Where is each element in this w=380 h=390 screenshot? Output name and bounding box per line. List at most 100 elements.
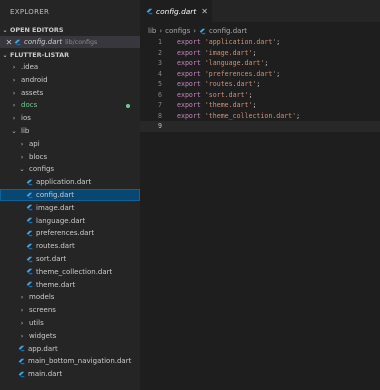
tree-item-label: config.dart bbox=[36, 191, 75, 199]
tree-item-label: widgets bbox=[29, 331, 57, 340]
keyword-token: export bbox=[177, 111, 201, 120]
git-status-dot bbox=[126, 103, 130, 108]
string-token: 'routes.dart' bbox=[204, 80, 257, 89]
folder-item-docs[interactable]: › docs bbox=[0, 99, 140, 111]
string-token: 'sort.dart' bbox=[204, 90, 249, 99]
keyword-token: export bbox=[177, 101, 201, 110]
punctuation-token: ; bbox=[276, 69, 281, 78]
punctuation-token: ; bbox=[252, 101, 257, 110]
file-item-theme-collection-dart[interactable]: theme_collection.dart bbox=[0, 266, 140, 278]
open-editor-item[interactable]: ✕ config.dart lib/configs bbox=[0, 36, 140, 48]
tree-item-label: main_bottom_navigation.dart bbox=[28, 357, 132, 366]
tab-bar: config.dart ✕ bbox=[140, 0, 380, 22]
line-source: export 'routes.dart'; bbox=[177, 80, 260, 88]
dart-file-icon bbox=[26, 243, 33, 250]
line-source: export 'image.dart'; bbox=[177, 49, 256, 57]
dart-file-icon bbox=[26, 281, 33, 288]
tree-item-label: application.dart bbox=[36, 178, 92, 187]
tab-label: config.dart bbox=[156, 6, 197, 16]
chevron-right-icon: › bbox=[20, 293, 24, 302]
file-item-config-dart[interactable]: config.dart bbox=[0, 189, 140, 201]
keyword-token: export bbox=[177, 69, 201, 78]
dart-file-icon bbox=[26, 230, 33, 237]
chevron-right-icon: › bbox=[12, 75, 16, 84]
string-token: 'language.dart' bbox=[204, 59, 265, 68]
code-line[interactable]: 5 export 'routes.dart'; bbox=[140, 79, 380, 90]
chevron-right-icon: › bbox=[159, 27, 163, 35]
tab-config-dart[interactable]: config.dart ✕ bbox=[140, 0, 212, 22]
folder-item-blocs[interactable]: › blocs bbox=[0, 151, 140, 163]
open-editors-label: OPEN EDITORS bbox=[10, 26, 64, 34]
line-number: 8 bbox=[158, 111, 162, 120]
folder-item-assets[interactable]: › assets bbox=[0, 87, 140, 99]
folder-item-screens[interactable]: › screens bbox=[0, 304, 140, 316]
code-line[interactable]: 1 export 'application.dart'; bbox=[140, 37, 380, 48]
file-item-sort-dart[interactable]: sort.dart bbox=[0, 253, 140, 265]
file-item-main-bottom-navigation-dart[interactable]: main_bottom_navigation.dart bbox=[0, 355, 140, 367]
punctuation-token: ; bbox=[296, 111, 301, 120]
dart-file-icon bbox=[18, 345, 25, 352]
file-item-application-dart[interactable]: application.dart bbox=[0, 176, 140, 188]
project-header[interactable]: ⌄ FLUTTER-LISTAR bbox=[0, 49, 140, 61]
file-item-image-dart[interactable]: image.dart bbox=[0, 202, 140, 214]
folder-item-lib[interactable]: ⌄ lib bbox=[0, 125, 140, 137]
breadcrumb-configs[interactable]: configs bbox=[165, 27, 190, 35]
tree-item-label: android bbox=[21, 75, 48, 84]
string-token: 'theme.dart' bbox=[204, 101, 253, 110]
line-source: export 'preferences.dart'; bbox=[177, 70, 280, 78]
folder-item-api[interactable]: › api bbox=[0, 138, 140, 150]
tree-item-label: preferences.dart bbox=[36, 229, 95, 238]
dart-file-icon bbox=[14, 39, 21, 46]
chevron-right-icon: › bbox=[12, 114, 16, 123]
tree-item-label: screens bbox=[29, 306, 56, 315]
punctuation-token: ; bbox=[252, 48, 257, 57]
code-line[interactable]: 7 export 'theme.dart'; bbox=[140, 100, 380, 111]
chevron-down-icon: ⌄ bbox=[19, 165, 25, 174]
breadcrumb-file[interactable]: config.dart bbox=[209, 27, 247, 35]
file-item-app-dart[interactable]: app.dart bbox=[0, 343, 140, 355]
code-line[interactable]: 9 bbox=[140, 121, 380, 132]
punctuation-token: ; bbox=[264, 59, 269, 68]
tree-item-label: api bbox=[29, 139, 40, 148]
code-line[interactable]: 4 export 'preferences.dart'; bbox=[140, 69, 380, 80]
dart-file-icon bbox=[199, 28, 206, 35]
folder-item-configs[interactable]: ⌄ configs bbox=[0, 163, 140, 175]
code-line[interactable]: 8 export 'theme_collection.dart'; bbox=[140, 111, 380, 122]
folder-item-utils[interactable]: › utils bbox=[0, 317, 140, 329]
folder-item-widgets[interactable]: › widgets bbox=[0, 330, 140, 342]
breadcrumb-lib[interactable]: lib bbox=[148, 27, 156, 35]
folder-item-idea[interactable]: › .idea bbox=[0, 61, 140, 73]
folder-item-ios[interactable]: › ios bbox=[0, 112, 140, 124]
punctuation-token: ; bbox=[276, 38, 281, 47]
tree-item-label: image.dart bbox=[36, 203, 75, 212]
chevron-right-icon: › bbox=[20, 306, 24, 315]
folder-item-models[interactable]: › models bbox=[0, 291, 140, 303]
keyword-token: export bbox=[177, 80, 201, 89]
file-item-routes-dart[interactable]: routes.dart bbox=[0, 240, 140, 252]
keyword-token: export bbox=[177, 38, 201, 47]
file-item-preferences-dart[interactable]: preferences.dart bbox=[0, 227, 140, 239]
chevron-right-icon: › bbox=[20, 152, 24, 161]
keyword-token: export bbox=[177, 90, 201, 99]
file-item-theme-dart[interactable]: theme.dart bbox=[0, 279, 140, 291]
file-item-main-dart[interactable]: main.dart bbox=[0, 368, 140, 380]
chevron-right-icon: › bbox=[193, 27, 197, 35]
dart-file-icon bbox=[146, 8, 153, 15]
chevron-right-icon: › bbox=[12, 88, 16, 97]
tree-item-label: sort.dart bbox=[36, 255, 67, 263]
editor-pane: config.dart ✕ lib › configs › config.dar… bbox=[140, 0, 380, 390]
folder-item-android[interactable]: › android bbox=[0, 74, 140, 86]
tree-item-label: theme.dart bbox=[36, 280, 76, 289]
line-number: 3 bbox=[158, 59, 162, 68]
close-icon[interactable]: ✕ bbox=[4, 38, 14, 47]
dart-file-icon bbox=[18, 371, 25, 378]
code-line[interactable]: 6 export 'sort.dart'; bbox=[140, 90, 380, 101]
file-item-language-dart[interactable]: language.dart bbox=[0, 215, 140, 227]
line-number: 2 bbox=[158, 48, 162, 57]
open-editors-header[interactable]: ⌄ OPEN EDITORS bbox=[0, 24, 140, 36]
close-icon[interactable]: ✕ bbox=[201, 7, 208, 16]
tree-item-label: routes.dart bbox=[36, 242, 75, 251]
code-line[interactable]: 3 export 'language.dart'; bbox=[140, 58, 380, 69]
dart-file-icon bbox=[26, 179, 33, 186]
code-line[interactable]: 2 export 'image.dart'; bbox=[140, 48, 380, 59]
